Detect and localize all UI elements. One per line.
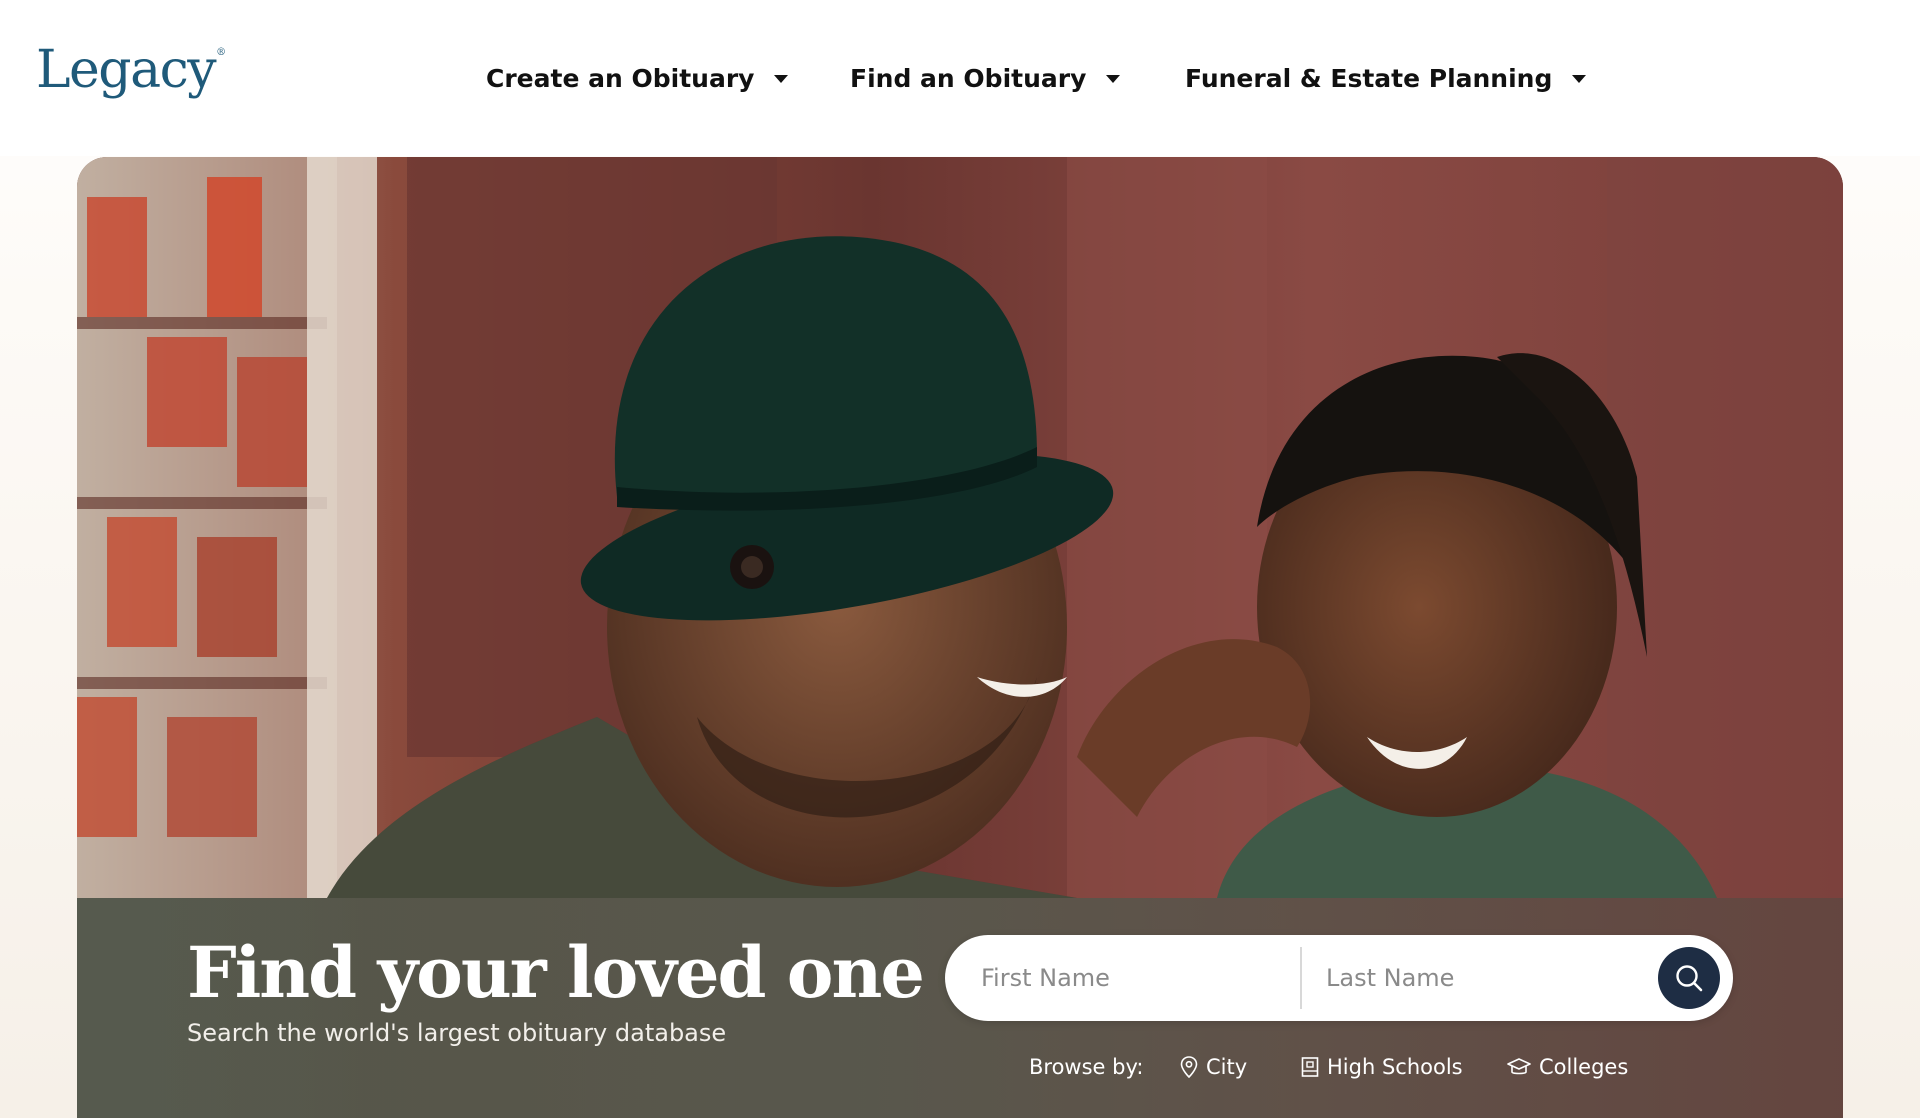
nav-create-obituary-label: Create an Obituary (486, 64, 755, 93)
first-name-input[interactable] (981, 955, 1281, 1001)
browse-by-label: Browse by: (1029, 1055, 1144, 1079)
caret-down-icon (774, 74, 789, 83)
hero-title: Find your loved one (187, 931, 925, 1014)
browse-high-schools-link[interactable]: High Schools (1301, 1055, 1463, 1079)
search-divider (1300, 947, 1302, 1009)
graduation-cap-icon (1507, 1058, 1531, 1075)
browse-city-label: City (1206, 1055, 1248, 1079)
browse-colleges-label: Colleges (1539, 1055, 1629, 1079)
hero-section: Find your loved one Search the world's l… (77, 157, 1843, 1118)
browse-high-schools-label: High Schools (1327, 1055, 1463, 1079)
site-header: Legacy® Create an Obituary Find an Obitu… (0, 0, 1920, 156)
caret-down-icon (1106, 74, 1121, 83)
nav-create-obituary[interactable]: Create an Obituary (486, 64, 789, 93)
caret-down-icon (1572, 74, 1587, 83)
logo-text: Legacy (36, 40, 217, 100)
registered-mark: ® (216, 47, 226, 58)
search-button[interactable] (1658, 947, 1720, 1009)
nav-funeral-estate-planning[interactable]: Funeral & Estate Planning (1185, 64, 1587, 93)
browse-colleges-link[interactable]: Colleges (1507, 1055, 1628, 1079)
nav-find-obituary[interactable]: Find an Obituary (850, 64, 1121, 93)
location-pin-icon (1180, 1056, 1198, 1078)
legacy-logo[interactable]: Legacy® (36, 44, 226, 96)
nav-find-obituary-label: Find an Obituary (850, 64, 1087, 93)
school-building-icon (1301, 1057, 1319, 1077)
nav-funeral-estate-planning-label: Funeral & Estate Planning (1185, 64, 1553, 93)
obituary-search-form (945, 935, 1733, 1021)
browse-city-link[interactable]: City (1180, 1055, 1247, 1079)
search-icon (1676, 965, 1703, 992)
last-name-input[interactable] (1326, 955, 1626, 1001)
hero-subtitle: Search the world's largest obituary data… (187, 1019, 727, 1047)
